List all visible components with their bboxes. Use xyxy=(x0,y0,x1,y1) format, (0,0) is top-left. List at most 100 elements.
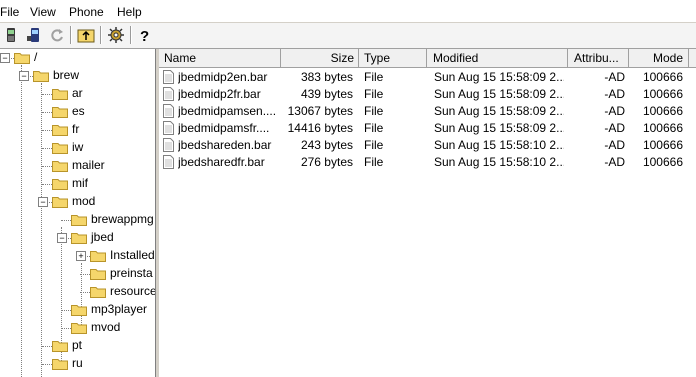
folder-icon xyxy=(71,213,87,226)
tree-node[interactable]: iw xyxy=(0,139,155,157)
tree-node[interactable]: − / xyxy=(0,49,155,67)
menu-view[interactable]: View xyxy=(30,5,56,19)
tree-node-label: mvod xyxy=(91,320,121,334)
file-mode: 100666 xyxy=(642,139,683,152)
file-icon xyxy=(163,138,174,152)
tree-node-label: / xyxy=(34,50,38,64)
file-name: jbedmidp2fr.bar xyxy=(178,88,261,101)
folder-icon xyxy=(71,303,87,316)
tree-node[interactable]: − jbed xyxy=(0,229,155,247)
file-attributes: -AD xyxy=(604,88,625,101)
folder-icon xyxy=(90,285,106,298)
folder-icon xyxy=(52,87,68,100)
tree-node-label: ar xyxy=(72,86,83,100)
file-attributes: -AD xyxy=(604,71,625,84)
file-name: jbedsharedfr.bar xyxy=(178,156,265,169)
tree-node-label: Installed xyxy=(110,248,155,262)
menu-help[interactable]: Help xyxy=(117,5,142,19)
tree-node[interactable]: es xyxy=(0,103,155,121)
folder-icon xyxy=(52,141,68,154)
file-name: jbedmidpamsen.... xyxy=(178,105,277,118)
folder-icon xyxy=(52,357,68,370)
tree-node[interactable]: ru xyxy=(0,355,155,373)
file-modified: Sun Aug 15 15:58:09 2... xyxy=(434,88,564,101)
file-type: File xyxy=(364,139,384,152)
file-list[interactable]: Name Size Type Modified Attribu... Mode … xyxy=(159,49,696,377)
column-label: Type xyxy=(364,51,391,65)
column-header-modified[interactable]: Modified xyxy=(427,49,568,68)
file-attributes: -AD xyxy=(604,139,625,152)
column-label: Size xyxy=(330,51,354,65)
file-icon xyxy=(163,87,174,101)
file-mode: 100666 xyxy=(642,71,683,84)
column-label: Attribu... xyxy=(574,51,619,65)
tree-guide-line xyxy=(61,310,71,311)
tree-node[interactable]: mp3player xyxy=(0,301,155,319)
file-attributes: -AD xyxy=(604,122,625,135)
column-header-type[interactable]: Type xyxy=(359,49,427,68)
column-header-attributes[interactable]: Attribu... xyxy=(568,49,629,68)
tree-node[interactable]: mvod xyxy=(0,319,155,337)
folder-icon xyxy=(52,105,68,118)
tree-node[interactable]: resource xyxy=(0,283,155,301)
collapse-toggle[interactable]: − xyxy=(38,197,48,207)
folder-icon xyxy=(52,195,68,208)
tree-node[interactable]: − mod xyxy=(0,193,155,211)
svg-text:?: ? xyxy=(140,28,149,44)
table-row[interactable]: jbedsharedfr.bar 276 bytes File Sun Aug 15 … xyxy=(159,154,696,171)
help-icon[interactable]: ? xyxy=(136,26,154,44)
file-type: File xyxy=(364,88,384,101)
refresh-icon[interactable] xyxy=(48,26,66,44)
tree-node[interactable]: mif xyxy=(0,175,155,193)
expand-toggle[interactable]: + xyxy=(76,251,86,261)
toolbar: ? xyxy=(0,23,696,49)
file-size: 13067 bytes xyxy=(287,105,353,118)
table-row[interactable]: jbedmidpamsen.... 13067 bytes File Sun Aug … xyxy=(159,103,696,120)
collapse-toggle[interactable]: − xyxy=(0,53,10,63)
tree-node[interactable]: pt xyxy=(0,337,155,355)
folder-icon xyxy=(71,321,87,334)
file-icon xyxy=(163,155,174,169)
file-name: jbedshareden.bar xyxy=(178,139,272,152)
file-size: 439 bytes xyxy=(300,88,353,101)
tree-node[interactable]: + Installed xyxy=(0,247,155,265)
table-row[interactable]: jbedmidp2fr.bar 439 bytes File Sun Aug 15 1… xyxy=(159,86,696,103)
tree-node[interactable]: fr xyxy=(0,121,155,139)
folder-tree[interactable]: − / − brew ar es fr iw mailer mif − mod brewappmg − jb… xyxy=(0,49,155,377)
table-row[interactable]: jbedshareden.bar 243 bytes File Sun Aug 15 … xyxy=(159,137,696,154)
toolbar-separator xyxy=(70,26,72,44)
table-row[interactable]: jbedmidp2en.bar 383 bytes File Sun Aug 15 1… xyxy=(159,69,696,86)
tree-guide-line xyxy=(42,184,52,185)
phone-connect-icon[interactable] xyxy=(25,26,43,44)
tree-node-label: mif xyxy=(72,176,88,190)
menu-phone[interactable]: Phone xyxy=(69,5,104,19)
file-name: jbedmidp2en.bar xyxy=(178,71,268,84)
tree-node[interactable]: preinsta xyxy=(0,265,155,283)
tree-guide-line xyxy=(42,148,52,149)
up-folder-icon[interactable] xyxy=(77,26,95,44)
phone-icon[interactable] xyxy=(2,26,20,44)
file-mode: 100666 xyxy=(642,88,683,101)
column-label: Name xyxy=(164,51,197,65)
settings-icon[interactable] xyxy=(107,26,125,44)
tree-node[interactable]: − brew xyxy=(0,67,155,85)
tree-node[interactable]: mailer xyxy=(0,157,155,175)
collapse-toggle[interactable]: − xyxy=(57,233,67,243)
collapse-toggle[interactable]: − xyxy=(19,71,29,81)
column-header-mode[interactable]: Mode xyxy=(629,49,689,68)
column-header-size[interactable]: Size xyxy=(280,49,359,68)
tree-node-label: brewappmg xyxy=(91,212,154,226)
file-size: 383 bytes xyxy=(300,71,353,84)
tree-node[interactable]: brewappmg xyxy=(0,211,155,229)
toolbar-separator xyxy=(130,26,132,44)
tree-node[interactable]: ar xyxy=(0,85,155,103)
folder-icon xyxy=(52,159,68,172)
file-type: File xyxy=(364,122,384,135)
table-row[interactable]: jbedmidpamsfr.... 14416 bytes File Sun Aug … xyxy=(159,120,696,137)
file-attributes: -AD xyxy=(604,156,625,169)
toolbar-separator xyxy=(100,26,102,44)
tree-guide-line xyxy=(80,292,90,293)
file-name: jbedmidpamsfr.... xyxy=(178,122,270,135)
menu-file[interactable]: File xyxy=(0,5,19,19)
file-modified: Sun Aug 15 15:58:09 2... xyxy=(434,105,564,118)
